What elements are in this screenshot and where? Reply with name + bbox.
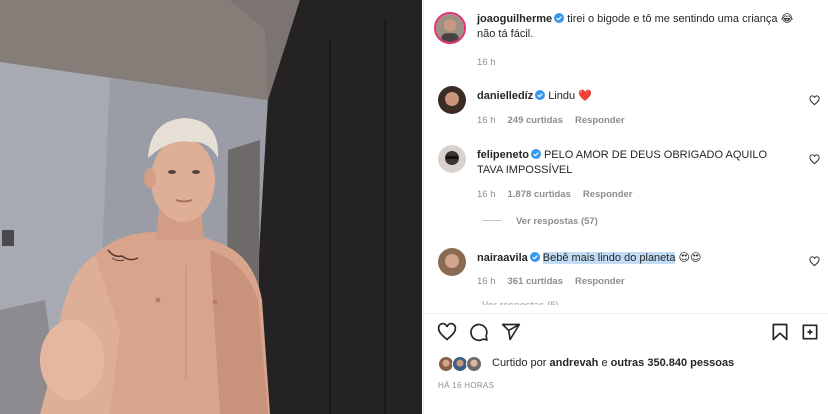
comment-like-heart-icon[interactable]: [809, 256, 820, 267]
verified-icon: [535, 90, 546, 100]
comment-age: 16 h: [477, 115, 496, 126]
author-avatar[interactable]: [434, 12, 466, 44]
post-photo: [0, 0, 422, 414]
comment-username[interactable]: felipeneto: [477, 149, 529, 161]
commenter-avatar[interactable]: [438, 145, 466, 173]
caption-text-line-2: não tá fácil.: [477, 28, 534, 40]
caption-emoji: 😂: [780, 13, 794, 25]
commenter-avatar-image: [438, 145, 466, 173]
reply-button[interactable]: Responder: [575, 115, 625, 126]
verified-icon: [530, 149, 541, 159]
bookmark-icon[interactable]: [770, 322, 790, 342]
comment-like-heart-icon[interactable]: [809, 95, 820, 106]
liked-by-prefix: Curtido por: [492, 357, 547, 369]
heart-icon[interactable]: [437, 322, 457, 342]
liked-by-others[interactable]: outras 350.840 pessoas: [611, 357, 735, 369]
comment-meta: 16 h 1.878 curtidas Responder: [477, 189, 645, 200]
comment-meta: 16 h 249 curtidas Responder: [477, 115, 637, 126]
liked-by-middle: e: [601, 357, 608, 369]
comment-likes[interactable]: 1.878 curtidas: [508, 189, 571, 200]
view-replies-partial[interactable]: Ver respostas (5): [482, 300, 559, 311]
comment-icon[interactable]: [469, 322, 489, 342]
post-photo-image: [0, 0, 422, 414]
verified-icon: [529, 252, 540, 262]
liker-avatar-image: [453, 357, 467, 371]
liker-avatar: [466, 356, 482, 372]
share-icon[interactable]: [501, 322, 521, 342]
post-side-panel: joaoguilherme tirei o bigode e tô me sent…: [423, 0, 828, 414]
view-replies-button[interactable]: Ver respostas (57): [482, 216, 598, 227]
caption-age: 16 h: [477, 57, 496, 68]
post-timestamp[interactable]: HÁ 16 HORAS: [438, 381, 494, 390]
action-divider: [424, 313, 828, 314]
comment-age: 16 h: [477, 189, 496, 200]
more-icon[interactable]: [800, 322, 820, 342]
comment-likes[interactable]: 361 curtidas: [508, 276, 563, 287]
caption-meta: 16 h: [477, 57, 508, 68]
comment-username[interactable]: danielledíz: [477, 90, 533, 102]
comment-item: danielledíz Lindu ❤️: [477, 89, 787, 104]
comment-text-highlighted: Bebê mais lindo do planeta: [542, 252, 676, 264]
comment-username[interactable]: nairaavila: [477, 252, 528, 264]
comment-item: nairaavila Bebê mais lindo do planeta 😍😍: [477, 251, 787, 266]
author-username[interactable]: joaoguilherme: [477, 13, 552, 25]
comment-emoji: ❤️: [578, 90, 592, 102]
reply-button[interactable]: Responder: [575, 276, 625, 287]
commenter-avatar[interactable]: [438, 86, 466, 114]
liked-by-user[interactable]: andrevah: [549, 357, 598, 369]
comment-meta: 16 h 361 curtidas Responder: [477, 276, 637, 287]
caption-text: tirei o bigode e tô me sentindo uma cria…: [567, 13, 778, 25]
liker-avatar-image: [467, 357, 481, 371]
liked-by-summary: Curtido por andrevah e outras 350.840 pe…: [492, 357, 734, 369]
liker-avatar-image: [439, 357, 453, 371]
author-avatar-image: [436, 14, 464, 42]
post-caption: joaoguilherme tirei o bigode e tô me sent…: [477, 12, 822, 42]
view-replies-label: Ver respostas (57): [516, 216, 598, 227]
commenter-avatar[interactable]: [438, 248, 466, 276]
comment-emoji: 😍😍: [678, 252, 702, 264]
view-replies-line: [482, 220, 502, 221]
reply-button[interactable]: Responder: [583, 189, 633, 200]
commenter-avatar-image: [438, 248, 466, 276]
verified-icon: [554, 13, 565, 23]
view-replies-partial-label: Ver respostas (5): [482, 300, 559, 311]
comment-text: Lindu: [548, 90, 576, 102]
comment-age: 16 h: [477, 276, 496, 287]
commenter-avatar-image: [438, 86, 466, 114]
comment-like-heart-icon[interactable]: [809, 154, 820, 165]
comment-item: felipeneto PELO AMOR DE DEUS OBRIGADO AQU…: [477, 148, 777, 178]
comment-likes[interactable]: 249 curtidas: [508, 115, 563, 126]
